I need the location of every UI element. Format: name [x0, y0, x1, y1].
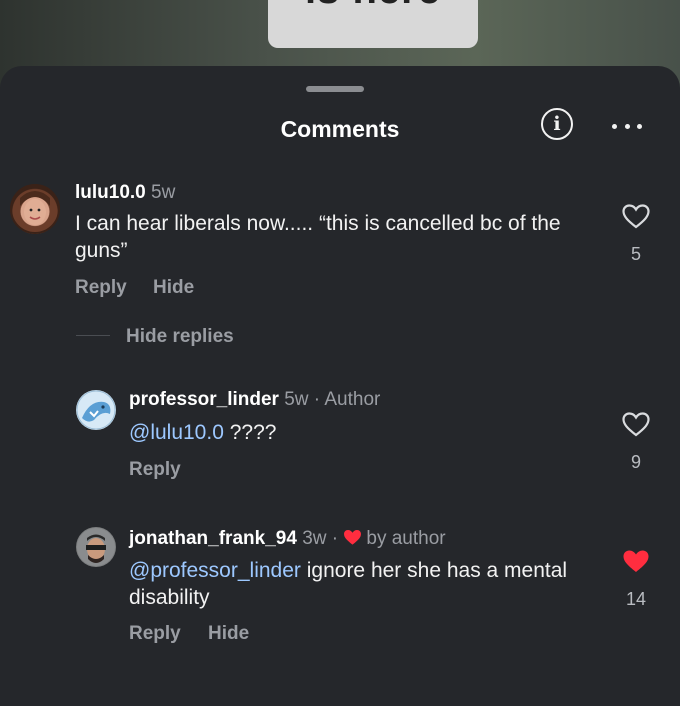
mention-link[interactable]: @professor_linder [129, 559, 301, 582]
heart-filled-icon[interactable] [621, 549, 651, 579]
sheet-title: Comments [280, 116, 400, 142]
comment-meta: lulu10.0 5w [75, 182, 175, 204]
mention-link[interactable]: @lulu10.0 [129, 421, 224, 444]
liked-by-author-heart-icon [343, 529, 362, 552]
sheet-grabber-handle[interactable] [306, 86, 364, 92]
heart-outline-icon[interactable] [621, 204, 651, 234]
info-icon[interactable]: i [541, 108, 573, 140]
avatar-professor-linder[interactable] [76, 390, 116, 430]
reply-button[interactable]: Reply [129, 623, 181, 645]
reply-text: @lulu10.0 ???? [129, 419, 599, 446]
like-count: 5 [630, 244, 641, 264]
reply-username[interactable]: jonathan_frank_94 [129, 528, 297, 549]
hide-button[interactable]: Hide [153, 277, 194, 299]
like-count: 9 [630, 452, 641, 472]
like-count: 14 [625, 589, 647, 609]
reply-age: 3w [302, 528, 327, 549]
background-caption-card: is here [268, 0, 478, 48]
reply-button[interactable]: Reply [129, 459, 181, 481]
author-tag: · Author [313, 389, 381, 410]
by-author-badge: by author [366, 528, 446, 549]
reply-username[interactable]: professor_linder [129, 389, 279, 410]
more-options-icon[interactable] [612, 122, 642, 130]
hide-button[interactable]: Hide [208, 623, 249, 645]
divider [76, 335, 110, 336]
reply-age: 5w [284, 389, 309, 410]
comment-username[interactable]: lulu10.0 [75, 182, 146, 203]
separator-dot: · [331, 528, 339, 549]
avatar-jonathan-frank[interactable] [76, 527, 116, 567]
reply-meta: professor_linder 5w · Author [129, 389, 380, 411]
avatar-lulu10[interactable] [10, 184, 60, 234]
comment-age: 5w [151, 182, 176, 203]
background-caption-text: is here [268, 0, 478, 13]
reply-text: @professor_linder ignore her she has a m… [129, 557, 599, 611]
heart-outline-icon[interactable] [621, 412, 651, 442]
comment-text: I can hear liberals now..... “this is ca… [75, 212, 561, 262]
hide-replies-button[interactable]: Hide replies [126, 326, 234, 348]
reply-text-body: ???? [223, 421, 277, 444]
reply-meta: jonathan_frank_94 3w · by author [129, 528, 446, 552]
reply-button[interactable]: Reply [75, 277, 127, 299]
